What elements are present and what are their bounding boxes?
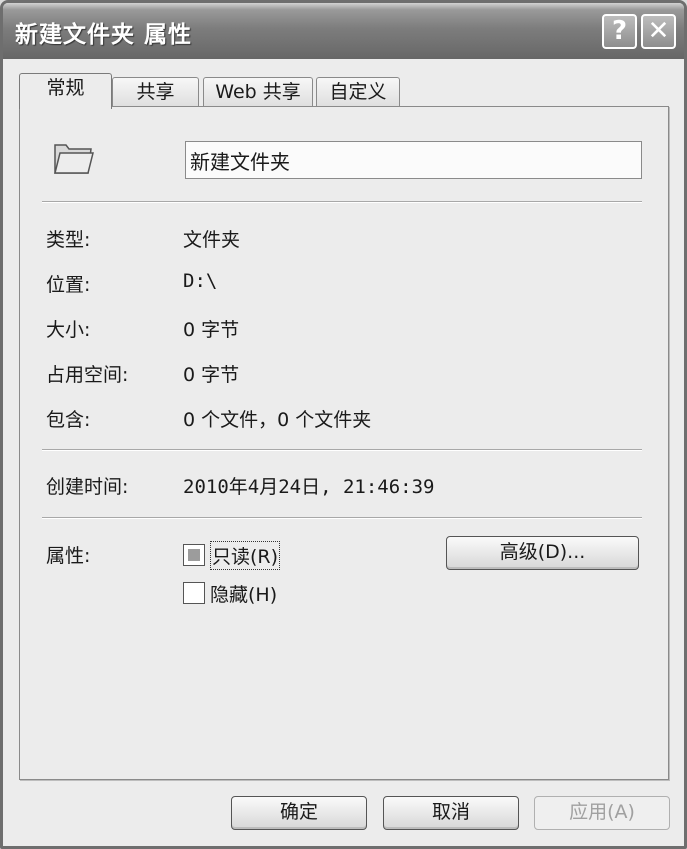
folder-name-input[interactable] (185, 141, 642, 179)
created-label: 创建时间: (46, 476, 129, 498)
hidden-checkbox-box[interactable] (183, 582, 205, 604)
readonly-checkbox[interactable]: 只读(R) (183, 540, 281, 570)
type-value: 文件夹 (183, 229, 241, 251)
separator (42, 449, 642, 451)
size-label: 大小: (46, 319, 91, 341)
size-value: 0 字节 (183, 319, 240, 341)
ok-button[interactable]: 确定 (231, 796, 367, 830)
folder-icon (54, 144, 94, 174)
separator (42, 201, 642, 203)
location-value: D:\ (183, 270, 218, 292)
type-label: 类型: (46, 229, 91, 251)
help-button[interactable]: ? (602, 14, 637, 49)
apply-button[interactable]: 应用(A) (534, 796, 670, 830)
hidden-checkbox[interactable]: 隐藏(H) (183, 579, 277, 607)
separator (42, 517, 642, 519)
readonly-checkbox-box[interactable] (183, 544, 205, 566)
size-on-disk-value: 0 字节 (183, 364, 240, 386)
tab-customize[interactable]: 自定义 (316, 77, 400, 107)
hidden-checkbox-label[interactable]: 隐藏(H) (210, 580, 277, 607)
location-label: 位置: (46, 274, 91, 296)
general-tab-panel: 类型: 文件夹 位置: D:\ 大小: 0 字节 占用空间: 0 字节 包含: … (19, 106, 669, 780)
readonly-checkbox-label[interactable]: 只读(R) (210, 540, 281, 570)
window-title: 新建文件夹 属性 (15, 22, 193, 48)
tab-web-sharing[interactable]: Web 共享 (203, 77, 313, 107)
contains-value: 0 个文件，0 个文件夹 (183, 409, 372, 431)
attributes-label: 属性: (46, 545, 91, 567)
close-button[interactable]: ✕ (641, 14, 676, 49)
advanced-button[interactable]: 高级(D)... (446, 536, 639, 570)
size-on-disk-label: 占用空间: (46, 364, 129, 386)
cancel-button[interactable]: 取消 (383, 796, 519, 830)
properties-dialog: 新建文件夹 属性 ? ✕ 常规 共享 Web 共享 自定义 类型: 文件夹 位置… (0, 0, 687, 849)
tab-general[interactable]: 常规 (19, 73, 112, 109)
title-bar[interactable]: 新建文件夹 属性 ? ✕ (3, 3, 684, 59)
contains-label: 包含: (46, 409, 91, 431)
created-value: 2010年4月24日, 21:46:39 (183, 476, 435, 498)
tab-sharing[interactable]: 共享 (112, 77, 199, 107)
tab-bar: 常规 共享 Web 共享 自定义 (19, 73, 669, 109)
